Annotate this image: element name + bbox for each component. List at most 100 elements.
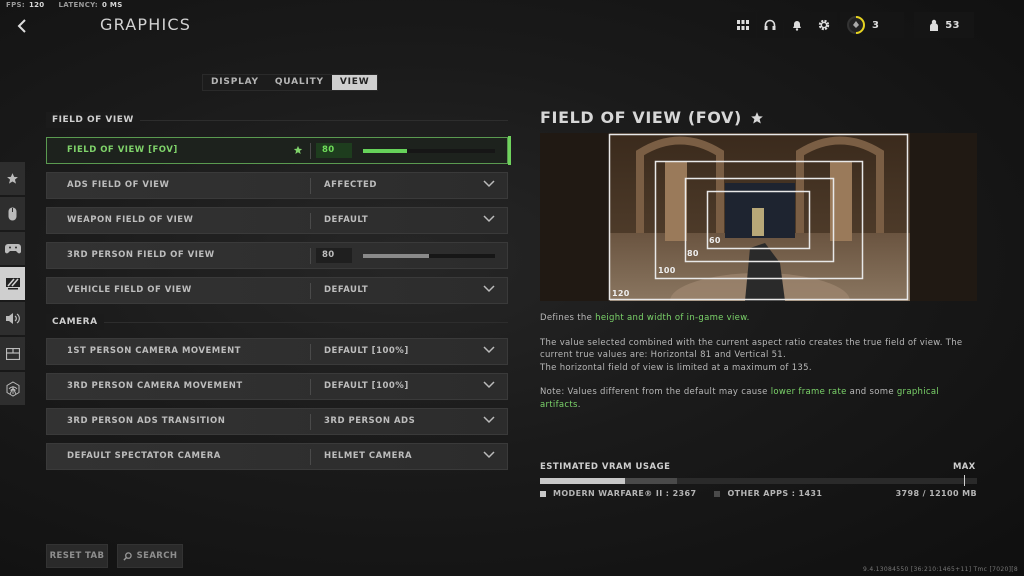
sidebar-item-mouse[interactable]: [0, 197, 25, 230]
divider: [310, 283, 311, 299]
tab-display[interactable]: DISPLAY: [203, 75, 267, 90]
setting-label: DEFAULT SPECTATOR CAMERA: [67, 451, 221, 461]
vram-title: ESTIMATED VRAM USAGE: [540, 462, 671, 472]
note-highlight-framerate: lower frame rate: [770, 387, 847, 397]
setting-row-vehicle-fov[interactable]: VEHICLE FIELD OF VIEW DEFAULT: [46, 277, 508, 304]
setting-row-default-spectator-camera[interactable]: DEFAULT SPECTATOR CAMERA HELMET CAMERA: [46, 443, 508, 470]
notifications-button[interactable]: [784, 12, 810, 38]
chevron-down-icon[interactable]: [483, 285, 495, 293]
dropdown-value: DEFAULT [100%]: [324, 381, 409, 391]
description-line-2: The value selected combined with the cur…: [540, 337, 963, 373]
bell-icon: [793, 21, 801, 31]
vram-total: 3798 / 12100 MB: [895, 489, 977, 498]
monitor-icon: [5, 278, 20, 290]
settings-button[interactable]: [811, 12, 837, 38]
grid-menu-button[interactable]: [730, 12, 756, 38]
setting-label: WEAPON FIELD OF VIEW: [67, 215, 194, 225]
mouse-icon: [8, 207, 17, 220]
slider-fill: [363, 254, 429, 258]
chevron-down-icon[interactable]: [483, 215, 495, 223]
selection-indicator: [508, 136, 511, 165]
favorite-star-icon[interactable]: [293, 145, 303, 155]
rank-progress-icon: [847, 16, 865, 34]
setting-row-3rd-person-camera-movement[interactable]: 3RD PERSON CAMERA MOVEMENT DEFAULT [100%…: [46, 373, 508, 400]
rank-badge[interactable]: 3: [840, 12, 904, 38]
setting-row-3rd-person-ads-transition[interactable]: 3RD PERSON ADS TRANSITION 3RD PERSON ADS: [46, 408, 508, 435]
chevron-down-icon[interactable]: [483, 451, 495, 459]
tab-view[interactable]: VIEW: [331, 75, 378, 90]
chevron-down-icon[interactable]: [483, 180, 495, 188]
divider: [310, 414, 311, 430]
description-note: Note: Values different from the default …: [540, 387, 940, 410]
rank-value: 3: [872, 19, 880, 31]
sidebar-item-audio[interactable]: [0, 302, 25, 335]
sidebar-item-favorites[interactable]: [0, 162, 25, 195]
setting-row-fov[interactable]: FIELD OF VIEW [FOV] 80: [46, 136, 511, 165]
search-button[interactable]: SEARCH: [117, 544, 183, 568]
star-icon: [751, 111, 763, 124]
section-divider: [103, 321, 508, 323]
3rd-person-fov-slider[interactable]: [363, 254, 495, 258]
divider: [310, 178, 311, 194]
fov-preview-image: 120 100 80 60: [540, 133, 977, 301]
chevron-down-icon[interactable]: [483, 346, 495, 354]
headset-icon: [764, 19, 776, 30]
section-field-of-view: FIELD OF VIEW: [46, 112, 508, 128]
dropdown-value: DEFAULT: [324, 285, 369, 295]
chevron-down-icon[interactable]: [483, 416, 495, 424]
legend-other-apps: OTHER APPS : 1431: [727, 489, 823, 498]
3rd-person-fov-value-input[interactable]: 80: [316, 248, 352, 263]
vram-bar-other-apps: [625, 478, 678, 484]
reset-tab-label: RESET TAB: [49, 551, 105, 561]
dropdown-value: DEFAULT: [324, 215, 369, 225]
sidebar-item-interface[interactable]: [0, 337, 25, 370]
setting-label: 3RD PERSON FIELD OF VIEW: [67, 250, 215, 260]
controller-icon: [4, 244, 21, 254]
star-icon: [7, 173, 18, 184]
interface-icon: [5, 347, 20, 360]
party-button[interactable]: 53: [914, 12, 974, 38]
divider: [310, 449, 311, 465]
setting-row-1st-person-camera-movement[interactable]: 1ST PERSON CAMERA MOVEMENT DEFAULT [100%…: [46, 338, 508, 365]
fov-value-input[interactable]: 80: [316, 143, 352, 158]
build-version: 9.4.13084550 [36:210:1465+11] Tmc [7020]…: [863, 566, 1018, 573]
sidebar-item-controller[interactable]: [0, 232, 25, 265]
latency-label: LATENCY:: [58, 1, 99, 9]
tab-quality[interactable]: QUALITY: [267, 75, 332, 90]
divider: [310, 213, 311, 229]
legend-swatch-game: [540, 490, 546, 497]
legend-swatch-other: [714, 490, 721, 497]
chevron-down-icon[interactable]: [483, 381, 495, 389]
setting-row-weapon-fov[interactable]: WEAPON FIELD OF VIEW DEFAULT: [46, 207, 508, 234]
section-title: FIELD OF VIEW: [46, 112, 140, 128]
setting-label: FIELD OF VIEW [FOV]: [67, 145, 178, 155]
divider: [310, 248, 311, 264]
fov-preview-scene: [540, 133, 977, 301]
setting-row-ads-fov[interactable]: ADS FIELD OF VIEW AFFECTED: [46, 172, 508, 199]
vram-legend: MODERN WARFARE® II : 2367 OTHER APPS : 1…: [540, 489, 977, 498]
fov-label-120: 120: [612, 289, 630, 298]
search-icon: [122, 551, 132, 561]
latency-value: 0 MS: [102, 1, 123, 9]
setting-row-3rd-person-fov[interactable]: 3RD PERSON FIELD OF VIEW 80: [46, 242, 508, 269]
vram-max-marker: [963, 475, 965, 486]
dropdown-value: 3RD PERSON ADS: [324, 416, 416, 426]
gear-icon: [818, 19, 830, 31]
top-bar-icons: 3 53: [730, 12, 1024, 38]
dropdown-value: DEFAULT [100%]: [324, 346, 409, 356]
back-button[interactable]: [8, 12, 36, 40]
dropdown-value: AFFECTED: [324, 180, 377, 190]
reset-tab-button[interactable]: RESET TAB: [46, 544, 108, 568]
social-button[interactable]: [757, 12, 783, 38]
setting-label: 3RD PERSON CAMERA MOVEMENT: [67, 381, 243, 391]
description-highlight: height and width of in-game view.: [595, 313, 750, 323]
speaker-icon: [5, 313, 20, 324]
sidebar-item-graphics[interactable]: [0, 267, 25, 300]
sidebar-item-network[interactable]: [0, 372, 25, 405]
detail-title: FIELD OF VIEW (FOV): [540, 108, 764, 127]
setting-label: ADS FIELD OF VIEW: [67, 180, 170, 190]
players-count: 53: [945, 19, 960, 31]
performance-stats: FPS: 120 LATENCY: 0 MS: [6, 1, 133, 9]
divider: [310, 143, 311, 159]
fov-slider[interactable]: [363, 149, 495, 153]
